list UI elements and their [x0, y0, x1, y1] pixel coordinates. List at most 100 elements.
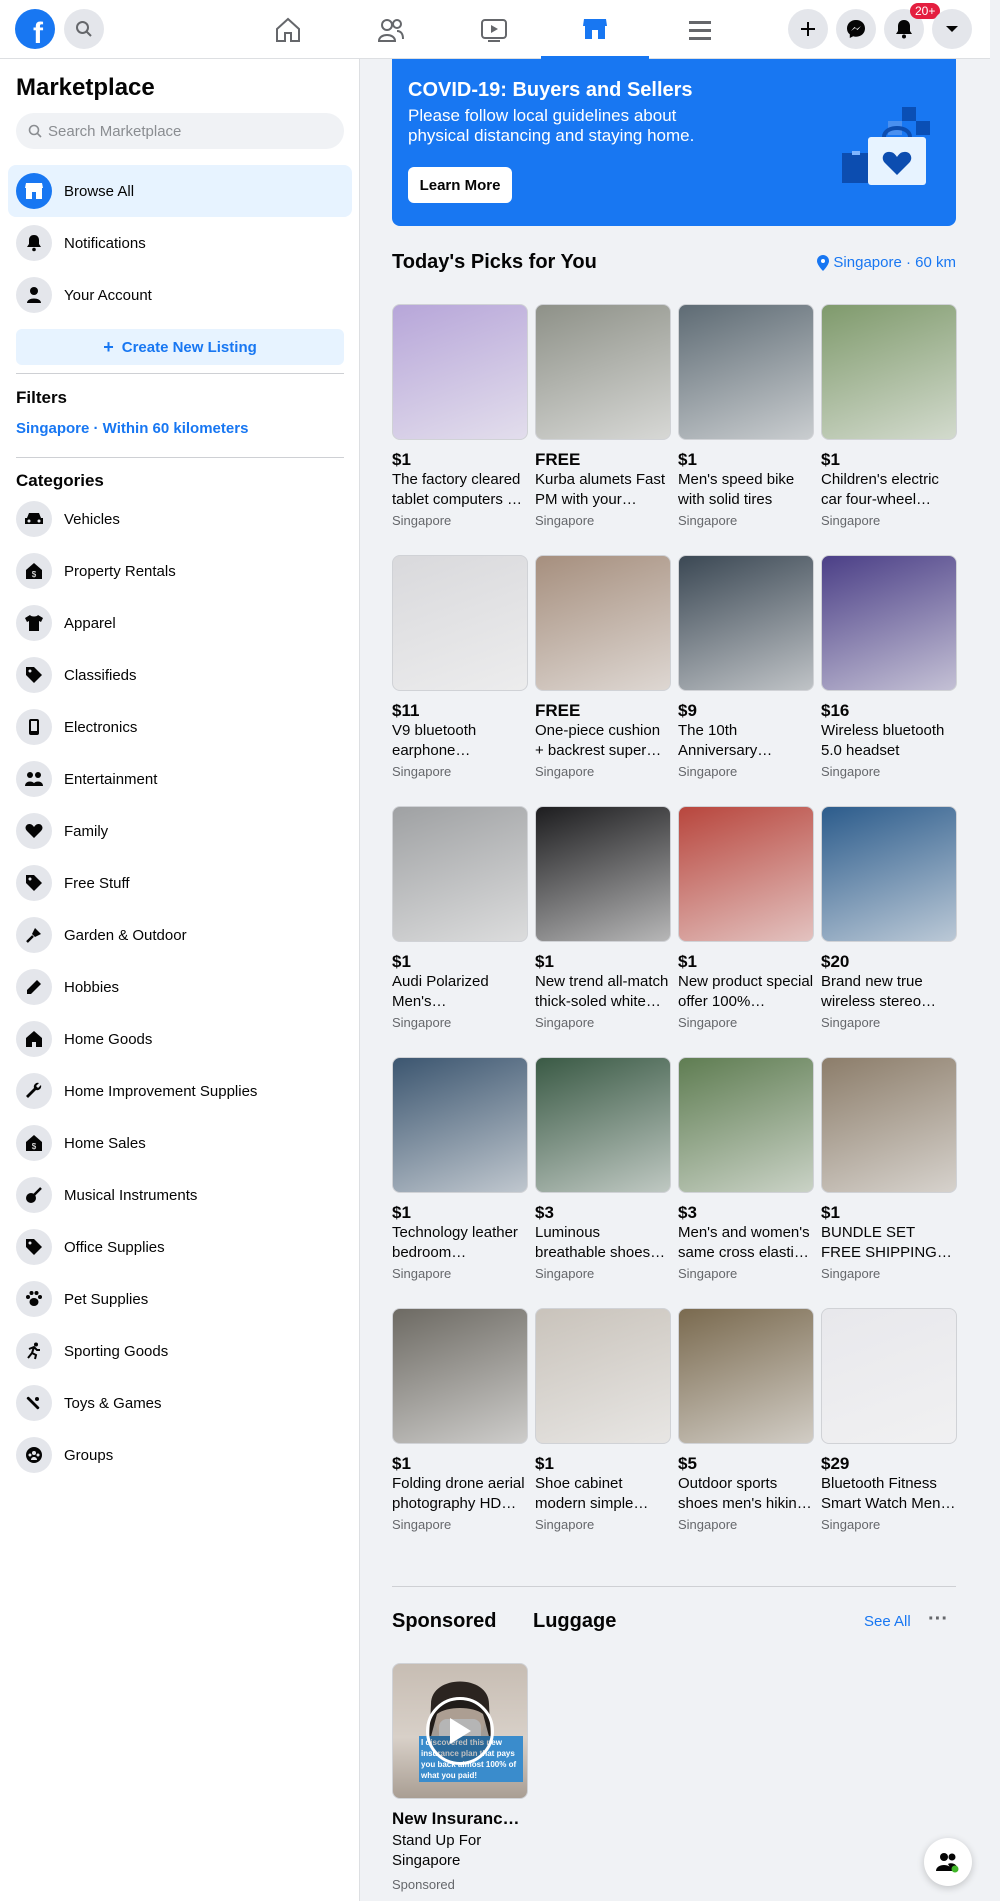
- facebook-logo[interactable]: f: [15, 9, 55, 49]
- listing-price: $1: [392, 1454, 411, 1473]
- learn-more-button[interactable]: Learn More: [408, 167, 512, 203]
- listing-image[interactable]: [392, 1057, 528, 1193]
- listing-title: The factory cleared tablet computers …: [392, 471, 523, 508]
- messenger-button[interactable]: [836, 9, 876, 49]
- category-sporting-goods[interactable]: Sporting Goods: [16, 1329, 168, 1373]
- listing-card[interactable]: $1 Shoe cabinet modern simple… Singapore: [535, 1308, 671, 1532]
- listing-card[interactable]: $5 Outdoor sports shoes men's hikin… Singa…: [678, 1308, 814, 1532]
- tab-marketplace[interactable]: [541, 0, 649, 59]
- category-apparel[interactable]: Apparel: [16, 601, 116, 645]
- category-entertainment[interactable]: Entertainment: [16, 757, 157, 801]
- new-group-chat-button[interactable]: [924, 1838, 972, 1886]
- listing-image[interactable]: [678, 304, 814, 440]
- play-button[interactable]: [426, 1697, 494, 1765]
- listing-image[interactable]: [821, 304, 957, 440]
- category-toys-games[interactable]: Toys & Games: [16, 1381, 162, 1425]
- listing-image[interactable]: [678, 1308, 814, 1444]
- listing-card[interactable]: FREE One-piece cushion + backrest super… S…: [535, 555, 671, 779]
- listing-image[interactable]: [535, 555, 671, 691]
- create-new-listing-label: Create New Listing: [121, 338, 257, 356]
- category-pet-supplies[interactable]: Pet Supplies: [16, 1277, 148, 1321]
- location-filter-link[interactable]: Singapore · Within 60 kilometers: [16, 420, 248, 437]
- tab-home[interactable]: [233, 0, 343, 59]
- sidebar-item-notifications[interactable]: Notifications: [8, 217, 352, 269]
- divider: [16, 373, 344, 374]
- category-garden-outdoor[interactable]: Garden & Outdoor: [16, 913, 187, 957]
- listing-image[interactable]: [821, 806, 957, 942]
- listing-image[interactable]: [821, 1308, 957, 1444]
- listing-card[interactable]: $3 Men's and women's same cross elasti… Si…: [678, 1057, 814, 1281]
- category-family[interactable]: Family: [16, 809, 108, 853]
- house-dollar-icon: $: [16, 553, 52, 589]
- create-button[interactable]: [788, 9, 828, 49]
- create-new-listing-button[interactable]: + Create New Listing: [16, 329, 344, 365]
- listing-card[interactable]: FREE Kurba alumets Fast PM with your… Sing…: [535, 304, 671, 528]
- sidebar-item-your-account[interactable]: Your Account: [8, 269, 352, 321]
- more-options-button[interactable]: ···: [928, 1608, 948, 1631]
- category-hobbies[interactable]: Hobbies: [16, 965, 119, 1009]
- listing-card[interactable]: $29 Bluetooth Fitness Smart Watch Men… Sin…: [821, 1308, 957, 1532]
- category-electronics[interactable]: Electronics: [16, 705, 137, 749]
- listing-image[interactable]: [535, 1308, 671, 1444]
- listing-card[interactable]: $1 Technology leather bedroom adjustabl… S…: [392, 1057, 528, 1281]
- category-home-sales[interactable]: $ Home Sales: [16, 1121, 146, 1165]
- tab-menu[interactable]: [645, 0, 755, 59]
- listing-image[interactable]: [678, 1057, 814, 1193]
- listing-image[interactable]: [392, 1308, 528, 1444]
- listing-price: FREE: [535, 701, 581, 720]
- listing-image[interactable]: [392, 806, 528, 942]
- listing-card[interactable]: $1 Men's speed bike with solid tires Singa…: [678, 304, 814, 528]
- category-groups[interactable]: Groups: [16, 1433, 113, 1477]
- listing-card[interactable]: $11 V9 bluetooth earphone wireless… Singap…: [392, 555, 528, 779]
- category-label: Home Improvement Supplies: [64, 1082, 258, 1100]
- play-icon: [450, 1718, 471, 1744]
- category-musical-instruments[interactable]: Musical Instruments: [16, 1173, 197, 1217]
- listing-card[interactable]: $20 Brand new true wireless stereo… Singap…: [821, 806, 957, 1030]
- caret-down-icon: [946, 26, 958, 32]
- listing-card[interactable]: $16 Wireless bluetooth 5.0 headset Singapo…: [821, 555, 957, 779]
- listing-image[interactable]: [535, 1057, 671, 1193]
- listing-image[interactable]: [678, 806, 814, 942]
- ad-video-thumbnail[interactable]: I discovered this new insurance plan tha…: [392, 1663, 528, 1799]
- listing-card[interactable]: $3 Luminous breathable shoes tide wild… Si…: [535, 1057, 671, 1281]
- category-office-supplies[interactable]: Office Supplies: [16, 1225, 165, 1269]
- listing-image[interactable]: [678, 555, 814, 691]
- see-all-link[interactable]: See All: [864, 1613, 911, 1630]
- category-vehicles[interactable]: Vehicles: [16, 497, 120, 541]
- listing-card[interactable]: $1 New trend all-match thick-soled white……: [535, 806, 671, 1030]
- listing-card[interactable]: $1 Children's electric car four-wheel kar…: [821, 304, 957, 528]
- category-home-improvement-supplies[interactable]: Home Improvement Supplies: [16, 1069, 257, 1113]
- page-title: Marketplace: [16, 74, 155, 101]
- listing-price: $1: [821, 1203, 840, 1222]
- search-input[interactable]: Search Marketplace: [16, 113, 344, 149]
- listing-card[interactable]: $1 BUNDLE SET FREE SHIPPING… Singapore: [821, 1057, 957, 1281]
- account-menu-button[interactable]: [932, 9, 972, 49]
- tab-watch[interactable]: [439, 0, 549, 59]
- listing-card[interactable]: $9 The 10th Anniversary… Singapore: [678, 555, 814, 779]
- listing-image[interactable]: [821, 555, 957, 691]
- sidebar-item-browse-all[interactable]: Browse All: [8, 165, 352, 217]
- listing-card[interactable]: $1 The factory cleared tablet computers ……: [392, 304, 528, 528]
- listing-image[interactable]: [392, 555, 528, 691]
- listing-image[interactable]: [821, 1057, 957, 1193]
- tag-icon: [16, 1229, 52, 1265]
- filters-heading: Filters: [16, 388, 68, 407]
- category-property-rentals[interactable]: $ Property Rentals: [16, 549, 176, 593]
- search-button[interactable]: [64, 9, 104, 49]
- tab-friends[interactable]: [336, 0, 446, 59]
- sponsored-ad-card[interactable]: I discovered this new insurance plan tha…: [392, 1663, 528, 1892]
- listing-card[interactable]: $1 Folding drone aerial photography HD… Si…: [392, 1308, 528, 1532]
- shirt-icon: [16, 605, 52, 641]
- listing-image[interactable]: [392, 304, 528, 440]
- listing-card[interactable]: $1 New product special offer 100% mulber……: [678, 806, 814, 1030]
- listing-location: Singapore: [678, 513, 738, 528]
- category-home-goods[interactable]: Home Goods: [16, 1017, 152, 1061]
- listing-location: Singapore: [821, 1015, 881, 1030]
- listing-card[interactable]: $1 Audi Polarized Men's Sunglasses… Singap…: [392, 806, 528, 1030]
- listing-price: $11: [392, 701, 420, 720]
- listing-image[interactable]: [535, 806, 671, 942]
- listing-image[interactable]: [535, 304, 671, 440]
- location-link[interactable]: Singapore · 60 km: [817, 254, 956, 271]
- category-classifieds[interactable]: Classifieds: [16, 653, 137, 697]
- category-free-stuff[interactable]: Free Stuff: [16, 861, 130, 905]
